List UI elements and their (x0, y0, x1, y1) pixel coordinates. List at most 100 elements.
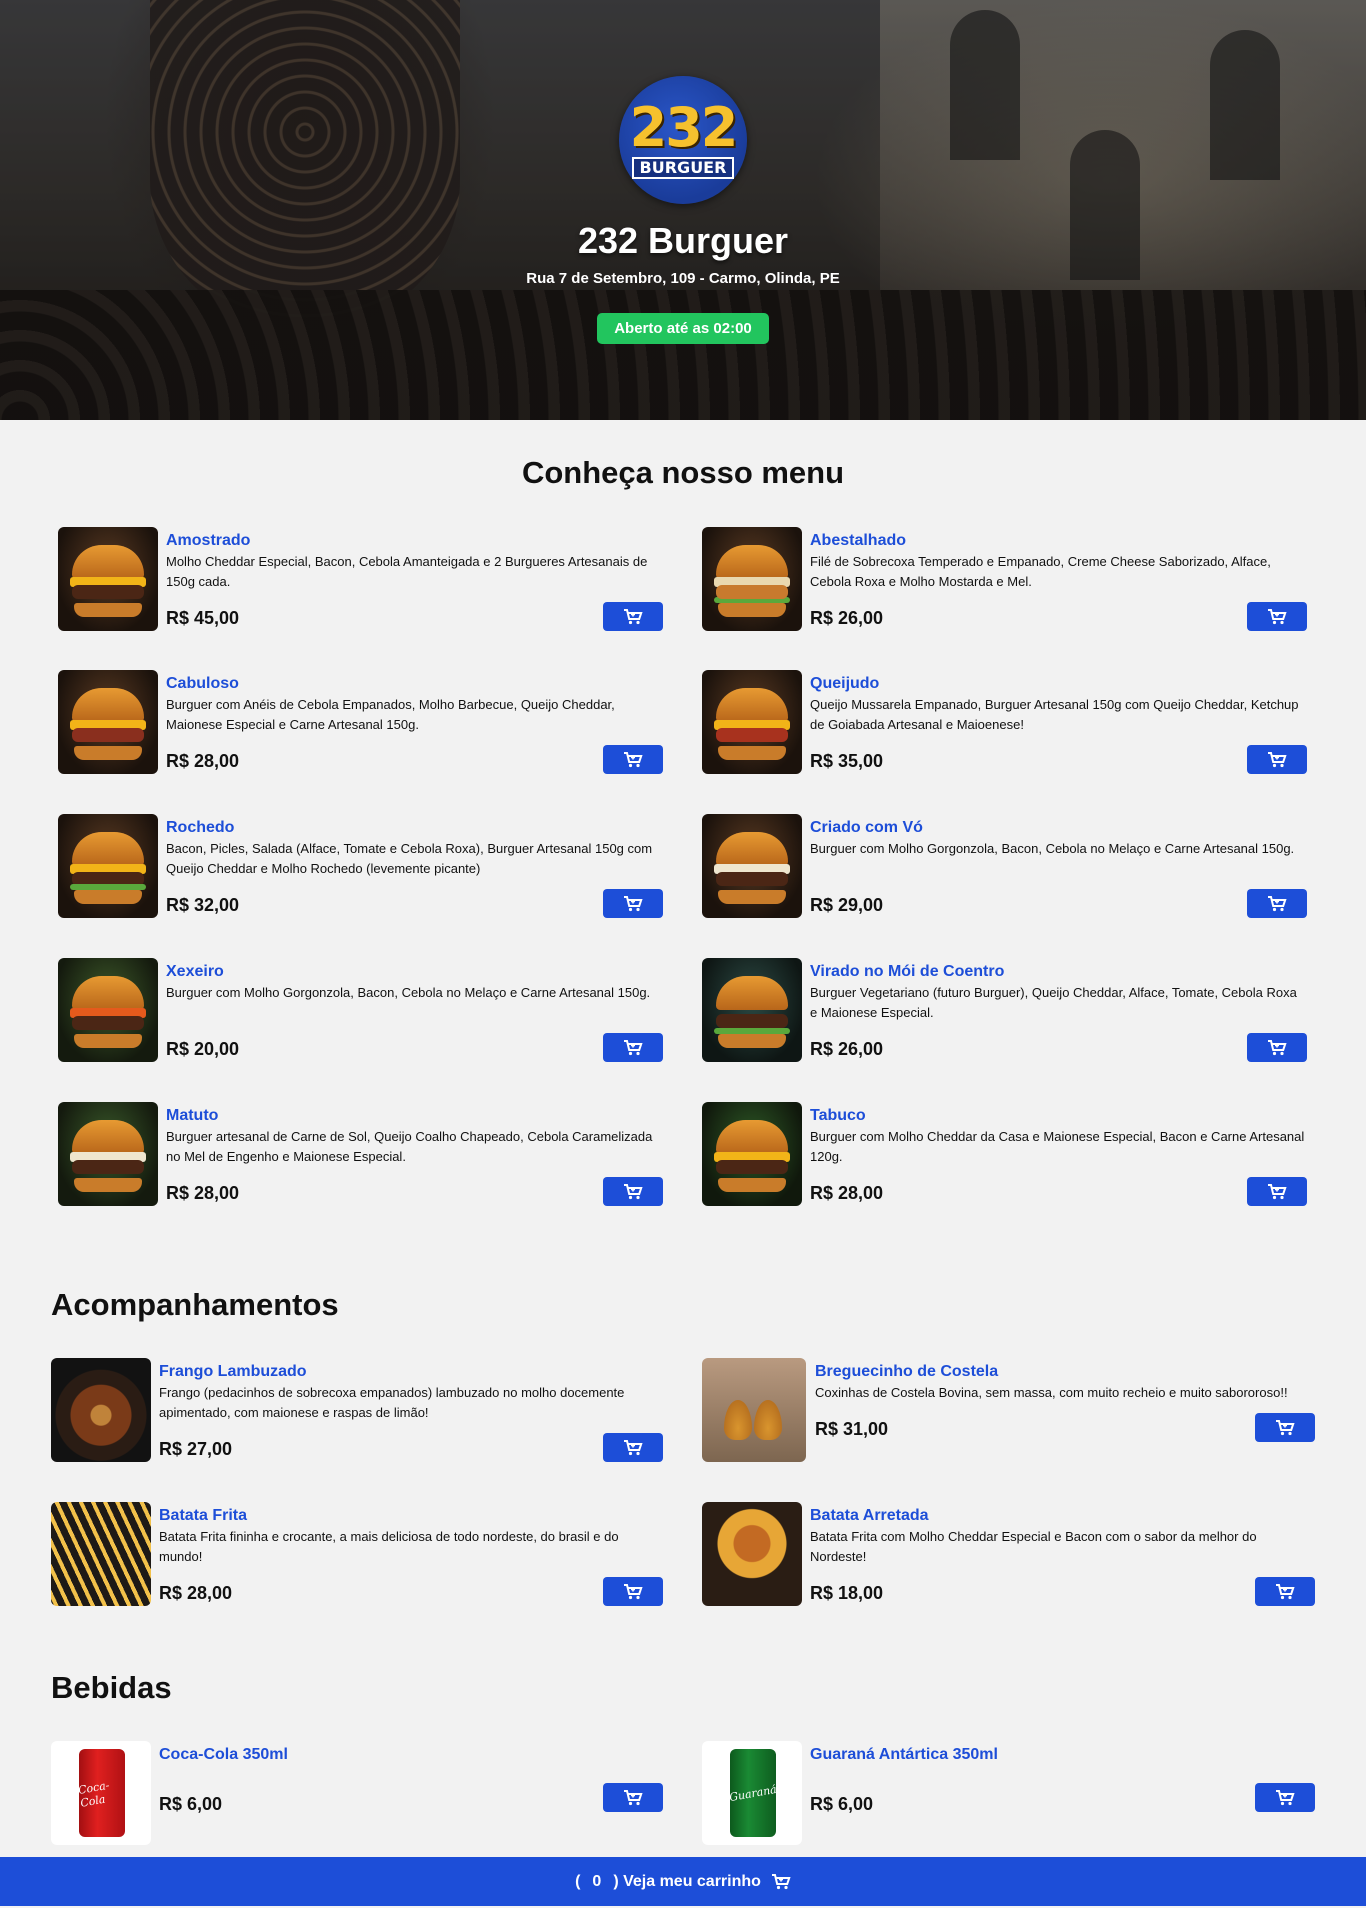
cart-icon (771, 1873, 791, 1889)
cart-icon (624, 1039, 643, 1055)
menu-item-name: Matuto (166, 1107, 219, 1124)
menu-item-description: Burguer com Molho Gorgonzola, Bacon, Ceb… (166, 985, 651, 1000)
add-to-cart-button[interactable] (1255, 1783, 1315, 1812)
logo-word: BURGUER (631, 157, 735, 179)
side-item: Batata Arretada Batata Frita com Molho Ch… (702, 1502, 1315, 1606)
drink-item-name: Guaraná Antártica 350ml (810, 1746, 998, 1763)
menu-item-price: R$ 28,00 (166, 751, 240, 771)
side-item-name: Batata Arretada (810, 1507, 929, 1524)
side-item-description: Coxinhas de Costela Bovina, sem massa, c… (815, 1385, 1288, 1400)
menu-item-price: R$ 29,00 (810, 895, 884, 915)
menu-item-image (702, 958, 802, 1062)
cart-icon (624, 895, 643, 911)
hero-banner: 232 BURGUER 232 Burguer Rua 7 de Setembr… (0, 0, 1366, 420)
menu-heading: Conheça nosso menu (521, 455, 845, 490)
add-to-cart-button[interactable] (603, 1783, 663, 1812)
menu-item-description: Burguer Vegetariano (futuro Burguer), Qu… (810, 985, 1297, 1020)
add-to-cart-button[interactable] (1247, 1177, 1307, 1206)
drinks-heading: Bebidas (51, 1670, 172, 1705)
add-to-cart-button[interactable] (1247, 602, 1307, 631)
menu-item-name: Criado com Vó (810, 819, 923, 836)
menu-item-name: Rochedo (166, 819, 235, 836)
cart-icon (1268, 751, 1287, 767)
can-label: Coca-Cola (77, 1778, 111, 1810)
cart-icon (624, 608, 643, 624)
menu-item-image (702, 814, 802, 918)
cart-open-paren: ( (575, 1872, 581, 1890)
menu-item-image (58, 1102, 158, 1206)
menu-item-price: R$ 45,00 (166, 608, 240, 628)
can-label: Guaraná (728, 1782, 778, 1804)
menu-item-price: R$ 28,00 (810, 1183, 884, 1203)
menu-item-description: Burguer artesanal de Carne de Sol, Queij… (166, 1129, 653, 1164)
menu-item-description: Burguer com Molho Gorgonzola, Bacon, Ceb… (810, 841, 1295, 856)
cart-count: 0 (592, 1872, 602, 1890)
side-item: Breguecinho de Costela Coxinhas de Costel… (702, 1358, 1315, 1462)
side-item-image (702, 1358, 806, 1462)
add-to-cart-button[interactable] (603, 889, 663, 918)
hero-overlay (0, 0, 1366, 420)
menu-item-description: Burguer com Anéis de Cebola Empanados, M… (166, 697, 615, 732)
menu-item-name: Queijudo (810, 675, 880, 692)
add-to-cart-button[interactable] (603, 745, 663, 774)
drink-item-image: Coca-Cola (51, 1741, 151, 1845)
sides-heading: Acompanhamentos (51, 1287, 339, 1322)
cart-icon (1276, 1583, 1295, 1599)
menu-item-price: R$ 28,00 (166, 1183, 240, 1203)
cart-icon (1268, 1039, 1287, 1055)
add-to-cart-button[interactable] (1255, 1413, 1315, 1442)
menu-item-description: Filé de Sobrecoxa Temperado e Empanado, … (810, 554, 1271, 589)
menu-item: Xexeiro Burguer com Molho Gorgonzola, Bac… (58, 958, 663, 1062)
restaurant-logo: 232 BURGUER (619, 76, 747, 204)
menu-item-image (702, 527, 802, 631)
menu-item-image (58, 527, 158, 631)
side-item-name: Frango Lambuzado (159, 1363, 307, 1380)
add-to-cart-button[interactable] (603, 1577, 663, 1606)
cart-label: ) Veja meu carrinho (613, 1872, 761, 1890)
menu-item: Criado com Vó Burguer com Molho Gorgonzol… (702, 814, 1307, 918)
cart-icon (1268, 895, 1287, 911)
cart-icon (1276, 1419, 1295, 1435)
add-to-cart-button[interactable] (603, 1177, 663, 1206)
menu-item: Rochedo Bacon, Picles, Salada (Alface, To… (58, 814, 663, 918)
menu-item-price: R$ 26,00 (810, 1039, 884, 1059)
menu-item-image (58, 670, 158, 774)
add-to-cart-button[interactable] (603, 1033, 663, 1062)
cart-icon (624, 751, 643, 767)
drink-item-name: Coca-Cola 350ml (159, 1746, 288, 1763)
cart-icon (624, 1789, 643, 1805)
logo-number: 232 (629, 96, 739, 159)
menu-item-description: Queijo Mussarela Empanado, Burguer Artes… (810, 697, 1299, 732)
menu-item-price: R$ 32,00 (166, 895, 240, 915)
menu-item-image (58, 814, 158, 918)
menu-item: Queijudo Queijo Mussarela Empanado, Burgu… (702, 670, 1307, 774)
menu-item-name: Xexeiro (166, 963, 224, 980)
open-status-badge: Aberto até as 02:00 (597, 313, 769, 344)
add-to-cart-button[interactable] (1247, 745, 1307, 774)
view-cart-button[interactable]: ( 0 ) Veja meu carrinho (0, 1857, 1366, 1906)
add-to-cart-button[interactable] (1247, 1033, 1307, 1062)
menu-item: Amostrado Molho Cheddar Especial, Bacon, … (58, 527, 663, 631)
drink-item: Guaraná Guaraná Antártica 350ml R$ 6,00 (702, 1741, 1315, 1845)
drink-item: Coca-Cola Coca-Cola 350ml R$ 6,00 (51, 1741, 663, 1845)
drink-item-price: R$ 6,00 (159, 1794, 223, 1814)
cart-icon (1268, 608, 1287, 624)
side-item-name: Batata Frita (159, 1507, 248, 1524)
add-to-cart-button[interactable] (1247, 889, 1307, 918)
side-item-image (51, 1358, 151, 1462)
menu-item-price: R$ 26,00 (810, 608, 884, 628)
add-to-cart-button[interactable] (603, 602, 663, 631)
menu-item-description: Bacon, Picles, Salada (Alface, Tomate e … (166, 841, 653, 876)
add-to-cart-button[interactable] (1255, 1577, 1315, 1606)
side-item-description: Batata Frita com Molho Cheddar Especial … (810, 1529, 1257, 1564)
cart-icon (1268, 1183, 1287, 1199)
menu-item-name: Cabuloso (166, 675, 239, 692)
menu-item-name: Tabuco (810, 1107, 866, 1124)
add-to-cart-button[interactable] (603, 1433, 663, 1462)
side-item-description: Batata Frita fininha e crocante, a mais … (159, 1529, 619, 1564)
side-item-image (51, 1502, 151, 1606)
side-item-price: R$ 18,00 (810, 1583, 884, 1603)
restaurant-address: Rua 7 de Setembro, 109 - Carmo, Olinda, … (526, 270, 840, 287)
menu-item: Tabuco Burguer com Molho Cheddar da Casa … (702, 1102, 1307, 1206)
side-item-price: R$ 28,00 (159, 1583, 233, 1603)
